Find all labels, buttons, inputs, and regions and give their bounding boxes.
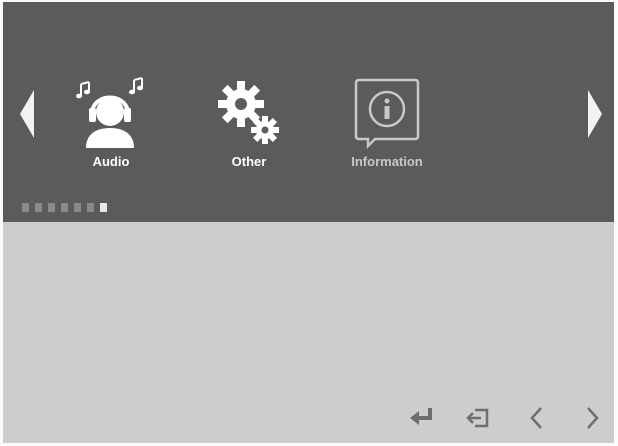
enter-icon xyxy=(410,408,432,425)
page-dot-active xyxy=(100,203,107,212)
exit-icon xyxy=(466,408,489,428)
page-dot xyxy=(61,203,68,212)
menu-item-other[interactable]: Other xyxy=(199,72,299,172)
menu-item-audio[interactable]: Audio xyxy=(61,72,161,172)
menu-item-information[interactable]: Information xyxy=(337,72,437,172)
menu-label-other: Other xyxy=(231,154,267,169)
chevron-right-icon xyxy=(587,407,599,429)
page-dot xyxy=(22,203,29,212)
page-dot xyxy=(35,203,42,212)
menu-bar: Audio Other Information xyxy=(3,2,614,222)
page-dot xyxy=(48,203,55,212)
exit-hint[interactable] xyxy=(464,402,494,432)
gears-icon xyxy=(218,81,279,144)
menu-label-information: Information xyxy=(351,154,423,169)
info-icon xyxy=(354,78,420,150)
page-dot xyxy=(74,203,81,212)
chevron-left-hint[interactable] xyxy=(522,402,552,432)
chevron-right-hint[interactable] xyxy=(578,402,608,432)
page-dot xyxy=(87,203,94,212)
chevron-left-icon xyxy=(530,407,542,429)
osd-screen: Audio Other Information xyxy=(0,0,618,446)
right-arrow-icon[interactable] xyxy=(588,90,602,138)
headphones-person-icon xyxy=(76,77,143,148)
enter-hint[interactable] xyxy=(405,402,435,432)
menu-label-audio: Audio xyxy=(92,154,130,169)
left-arrow-icon[interactable] xyxy=(20,90,34,138)
